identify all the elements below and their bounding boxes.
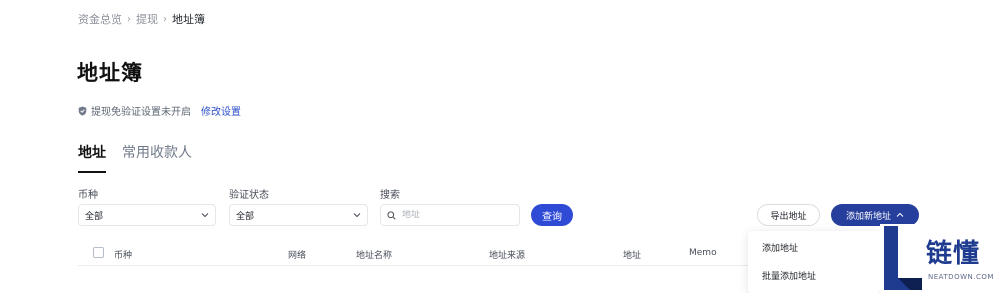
currency-filter-label: 币种 [78,190,98,201]
table-header: 币种 网络 地址名称 地址来源 地址 Memo [78,242,748,266]
breadcrumb-current: 地址簿 [172,13,205,26]
chevron-right-icon: › [127,13,131,25]
breadcrumb: 资金总览 › 提现 › 地址簿 [78,11,205,27]
menu-item-batch-add-address[interactable]: 批量添加地址 [762,269,816,282]
currency-select[interactable]: 全部 [78,204,216,226]
chevron-right-icon: › [163,13,167,25]
search-label: 搜索 [380,190,400,201]
tab-address[interactable]: 地址 [78,142,106,173]
search-input[interactable] [402,210,502,220]
page-title: 地址簿 [77,61,143,85]
query-button[interactable]: 查询 [531,204,573,226]
watermark-en: NEATDOWN.COM [928,273,994,281]
status-select-value: 全部 [236,211,255,222]
chevron-down-icon [353,213,361,218]
breadcrumb-item-withdraw[interactable]: 提现 [136,11,158,27]
column-header-currency[interactable]: 币种 [114,248,132,261]
column-header-memo: Memo [689,248,717,258]
watermark-cn: 链懂 [926,239,981,269]
edit-settings-link[interactable]: 修改设置 [201,103,241,118]
column-header-address: 地址 [623,251,642,261]
search-icon [387,210,396,220]
column-header-network: 网络 [288,251,307,261]
chevron-up-icon [896,212,904,217]
add-address-menu: 添加地址 批量添加地址 [748,231,880,293]
shield-check-icon [78,106,87,115]
menu-item-add-address[interactable]: 添加地址 [762,241,798,254]
column-header-address-name: 地址名称 [356,251,393,261]
add-address-label: 添加新地址 [845,211,891,222]
verify-status: 提现免验证设置未开启 修改设置 [78,103,241,118]
status-select[interactable]: 全部 [229,204,368,226]
tab-payees[interactable]: 常用收款人 [122,142,192,173]
breadcrumb-item-funds[interactable]: 资金总览 [78,11,122,27]
logo-mark-icon [880,224,926,293]
watermark-logo: 链懂 NEATDOWN.COM [880,224,1000,293]
status-filter-label: 验证状态 [229,190,269,201]
tab-bar: 地址 常用收款人 [78,142,192,173]
chevron-down-icon [201,213,209,218]
currency-select-value: 全部 [85,211,104,222]
search-box [380,204,520,226]
column-header-address-source: 地址来源 [489,251,526,261]
verify-status-text: 提现免验证设置未开启 [91,107,191,118]
select-all-checkbox[interactable] [93,247,104,258]
add-address-button[interactable]: 添加新地址 [831,204,919,226]
export-address-button[interactable]: 导出地址 [757,204,820,226]
